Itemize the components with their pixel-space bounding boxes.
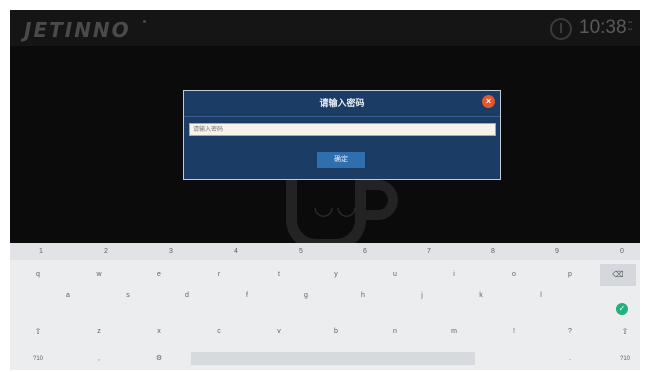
symbols-key-right[interactable]: ?10 [615,352,635,366]
dialog-title: 请输入密码 [319,98,365,108]
close-icon[interactable]: × [482,95,495,108]
key-o[interactable]: o [507,268,521,282]
key-j[interactable]: j [415,289,429,303]
key-r[interactable]: r [212,268,226,282]
key-question[interactable]: ? [563,325,577,339]
top-bar: JETINNO 10:38 ▪▪ ▪▪ [10,10,640,46]
key-a[interactable]: a [61,289,75,303]
dialog-divider [184,116,500,117]
key-exclamation[interactable]: ! [507,325,521,339]
key-x[interactable]: x [152,325,166,339]
key-e[interactable]: e [152,268,166,282]
settings-key[interactable]: ⚙ [152,352,166,366]
brand-logo: JETINNO [24,18,131,42]
key-5[interactable]: 5 [294,245,308,259]
backspace-key[interactable]: ⌫ [600,264,636,286]
shift-key-right[interactable]: ⇧ [618,325,632,339]
confirm-button[interactable]: 确定 [317,152,365,168]
key-c[interactable]: c [212,325,226,339]
status-icon [550,18,572,40]
key-7[interactable]: 7 [422,245,436,259]
key-0[interactable]: 0 [615,245,629,259]
key-g[interactable]: g [299,289,313,303]
key-h[interactable]: h [356,289,370,303]
clock-extra-icon: ▪▪ ▪▪ [628,20,633,33]
key-p[interactable]: p [563,268,577,282]
key-q[interactable]: q [31,268,45,282]
clock: 10:38 [579,17,627,38]
key-z[interactable]: z [92,325,106,339]
key-s[interactable]: s [121,289,135,303]
space-key[interactable] [191,352,475,365]
shift-key-left[interactable]: ⇧ [31,325,45,339]
key-f[interactable]: f [240,289,254,303]
cup-handle [366,180,398,220]
logo-trademark-dot [143,20,146,23]
key-6[interactable]: 6 [358,245,372,259]
enter-key[interactable]: ✓ [616,303,628,315]
key-l[interactable]: l [534,289,548,303]
onscreen-keyboard: 1 2 3 4 5 6 7 8 9 0 q w e r t y u i o p … [10,243,640,370]
key-u[interactable]: u [388,268,402,282]
password-input[interactable] [189,123,496,136]
key-d[interactable]: d [180,289,194,303]
key-9[interactable]: 9 [550,245,564,259]
smile-face-icon: ◡◡ [313,193,359,220]
key-w[interactable]: w [92,268,106,282]
key-k[interactable]: k [474,289,488,303]
key-8[interactable]: 8 [486,245,500,259]
comma-key[interactable]: , [92,352,106,366]
key-m[interactable]: m [447,325,461,339]
key-4[interactable]: 4 [229,245,243,259]
key-y[interactable]: y [329,268,343,282]
symbols-key-left[interactable]: ?10 [28,352,48,366]
key-2[interactable]: 2 [99,245,113,259]
password-dialog: 请输入密码 × 确定 [183,90,501,180]
key-b[interactable]: b [329,325,343,339]
app-background: JETINNO 10:38 ▪▪▪▪ ◡◡ 请输入密码 × 确定 [10,10,640,243]
key-i[interactable]: i [447,268,461,282]
key-1[interactable]: 1 [34,245,48,259]
period-key[interactable]: . [563,352,577,366]
key-t[interactable]: t [272,268,286,282]
key-v[interactable]: v [272,325,286,339]
key-n[interactable]: n [388,325,402,339]
key-3[interactable]: 3 [164,245,178,259]
